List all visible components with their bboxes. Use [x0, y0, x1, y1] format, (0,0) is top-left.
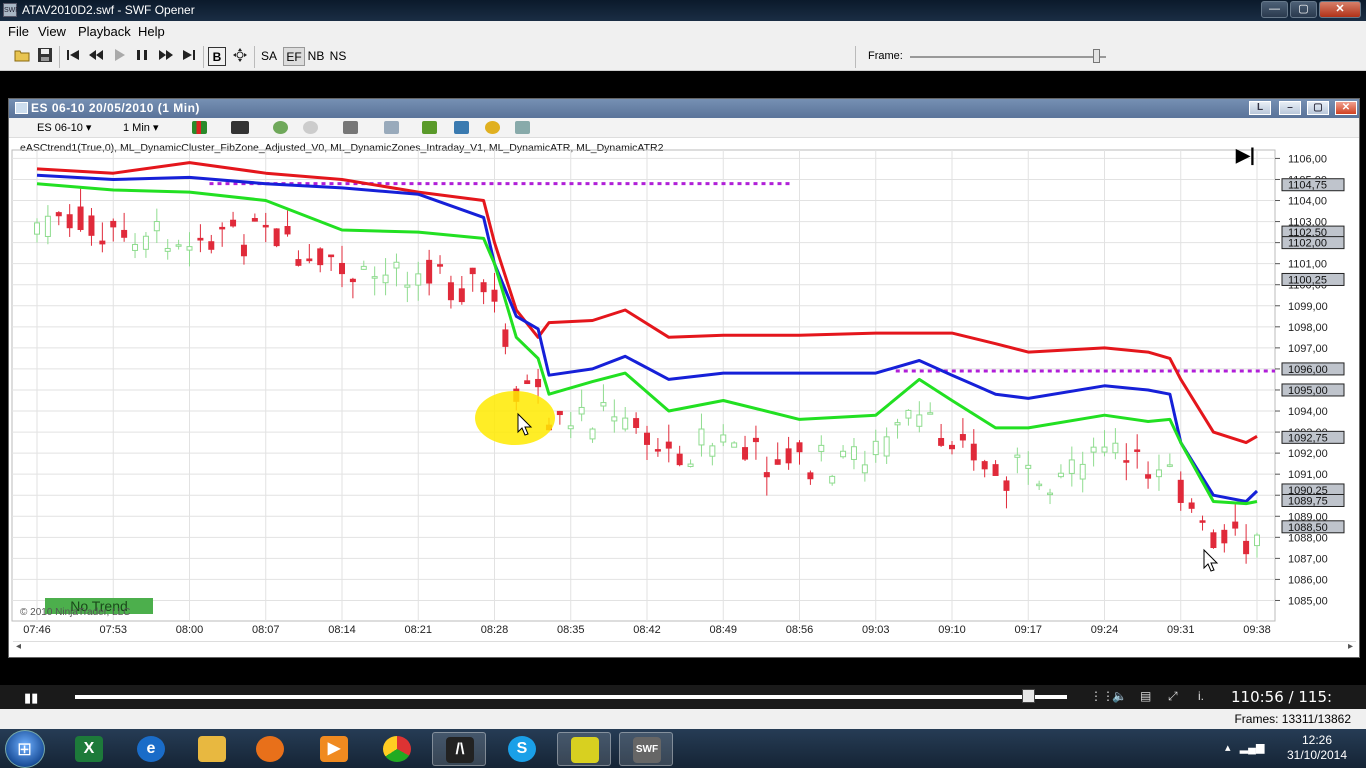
firefox-icon	[256, 736, 284, 762]
swf-opener-app[interactable]: SWF	[619, 732, 673, 766]
chart-window-icon	[15, 102, 28, 114]
frame-label: Frame:	[868, 50, 903, 62]
menu-playback[interactable]: Playback	[78, 24, 131, 39]
clock-time: 12:26	[1301, 733, 1333, 747]
zoom-out-icon[interactable]	[303, 121, 318, 134]
info-icon[interactable]: i.	[1198, 689, 1204, 703]
toolbar: B SA EF NB NS Frame:	[0, 42, 1366, 71]
pause-icon[interactable]	[133, 47, 151, 66]
play-icon[interactable]	[110, 47, 128, 66]
chart-window: ES 06-10 20/05/2010 (1 Min) L – ▢ ✕ ES 0…	[8, 98, 1360, 658]
pointer-icon[interactable]	[343, 121, 358, 134]
nb-button[interactable]: NB	[305, 47, 327, 66]
copyright-text: © 2010 NinjaTrader, LLC	[20, 607, 131, 618]
playback-time: 110:56 / 115:	[1231, 688, 1333, 706]
excel-app[interactable]: X	[62, 732, 116, 766]
skype-icon: S	[508, 736, 536, 762]
app-icon: SWF	[3, 3, 20, 17]
chart-window-titlebar: ES 06-10 20/05/2010 (1 Min) L – ▢ ✕	[9, 99, 1359, 118]
chart-minimize-icon[interactable]: –	[1279, 101, 1301, 115]
clock[interactable]: 12:26 31/10/2014	[1286, 733, 1348, 763]
fast-forward-icon[interactable]	[157, 47, 175, 66]
rewind-icon[interactable]	[87, 47, 105, 66]
last-frame-icon[interactable]	[180, 47, 198, 66]
status-bar: Frames: 13311/13862	[0, 709, 1366, 729]
fullscreen-icon[interactable]: ⤢	[1168, 689, 1178, 704]
start-button[interactable]: ⊞	[5, 730, 45, 768]
play-pause-button[interactable]: ▮▮	[24, 690, 38, 706]
chart-toolbar: ES 06-10 ▾ 1 Min ▾	[9, 118, 1359, 138]
first-frame-icon[interactable]	[64, 47, 82, 66]
open-icon[interactable]	[13, 47, 31, 66]
app-7-icon: /\	[446, 737, 474, 763]
app-9[interactable]	[557, 732, 611, 766]
frames-counter: Frames: 13311/13862	[1234, 712, 1351, 726]
interval-selector[interactable]: 1 Min ▾	[123, 121, 158, 134]
save-icon[interactable]	[36, 47, 54, 66]
window-title: ATAV2010D2.swf - SWF Opener	[22, 3, 195, 17]
indicator-list: eASCtrend1(True,0), ML_DynamicCluster_Fi…	[20, 142, 664, 154]
chart-window-title: ES 06-10 20/05/2010 (1 Min)	[31, 101, 200, 115]
frame-slider-thumb[interactable]	[1093, 49, 1100, 63]
ef-button[interactable]: EF	[283, 47, 305, 66]
clock-date: 31/10/2014	[1286, 748, 1348, 762]
volume-icon[interactable]: 🔈	[1112, 689, 1127, 703]
app-window: SWF ATAV2010D2.swf - SWF Opener — ▢ ✕ Fi…	[0, 0, 1366, 768]
sa-button[interactable]: SA	[258, 47, 280, 66]
internet-explorer-app[interactable]: e	[124, 732, 178, 766]
indicator-icon[interactable]	[454, 121, 469, 134]
chart-link-icon[interactable]: L	[1249, 101, 1271, 115]
internet-explorer-icon: e	[137, 736, 165, 762]
title-bar: SWF ATAV2010D2.swf - SWF Opener — ▢ ✕	[0, 0, 1366, 21]
properties-icon[interactable]	[384, 121, 399, 134]
data-box-icon[interactable]	[515, 121, 530, 134]
menu-help[interactable]: Help	[138, 24, 165, 39]
media-player-app[interactable]: ▶	[307, 732, 361, 766]
frame-slider-track[interactable]	[910, 56, 1106, 58]
zoom-in-icon[interactable]	[273, 121, 288, 134]
chart-maximize-icon[interactable]: ▢	[1307, 101, 1329, 115]
menu-view[interactable]: View	[38, 24, 66, 39]
system-tray[interactable]: ▴ ▂▄▆	[1225, 741, 1264, 754]
folder-icon	[198, 736, 226, 762]
swf-opener-icon: SWF	[633, 737, 661, 763]
seek-bar[interactable]	[75, 695, 1067, 699]
strategy-icon[interactable]	[422, 121, 437, 134]
go-to-end-icon[interactable]: ▶|	[1236, 145, 1255, 166]
menu-file[interactable]: File	[8, 24, 29, 39]
ns-button[interactable]: NS	[327, 47, 349, 66]
instrument-selector[interactable]: ES 06-10 ▾	[37, 121, 91, 134]
chart-style-icon[interactable]	[192, 121, 207, 134]
app-7[interactable]: /\	[432, 732, 486, 766]
file-explorer-app[interactable]	[185, 732, 239, 766]
close-button[interactable]: ✕	[1319, 1, 1361, 18]
taskbar: ⊞ X e ▶ /\ S SWF ▴ ▂▄▆ 12:26 31/10/2014	[0, 729, 1366, 768]
skype-app[interactable]: S	[495, 732, 549, 766]
media-player-icon: ▶	[320, 736, 348, 762]
b-button[interactable]: B	[208, 47, 226, 66]
alert-icon[interactable]	[485, 121, 500, 134]
minimize-button[interactable]: —	[1261, 1, 1288, 18]
firefox-app[interactable]	[243, 732, 297, 766]
drag-handle-icon[interactable]: ⋮⋮	[1090, 689, 1114, 703]
fit-icon[interactable]	[231, 47, 249, 66]
chart-scrollbar[interactable]: ◂ ▸	[13, 641, 1356, 654]
excel-icon: X	[75, 736, 103, 762]
maximize-button[interactable]: ▢	[1290, 1, 1317, 18]
app-9-icon	[571, 737, 599, 763]
seek-thumb[interactable]	[1022, 689, 1035, 703]
chrome-icon	[383, 736, 411, 762]
chrome-app[interactable]	[370, 732, 424, 766]
player-bar: ▮▮ ⋮⋮ 🔈 ▤ ⤢ i. 110:56 / 115:	[0, 685, 1366, 709]
menu-bar: File View Playback Help	[0, 21, 1366, 42]
menu-icon[interactable]: ▤	[1140, 689, 1151, 703]
chart-close-icon[interactable]: ✕	[1335, 101, 1357, 115]
drawing-tool-icon[interactable]	[231, 121, 249, 134]
